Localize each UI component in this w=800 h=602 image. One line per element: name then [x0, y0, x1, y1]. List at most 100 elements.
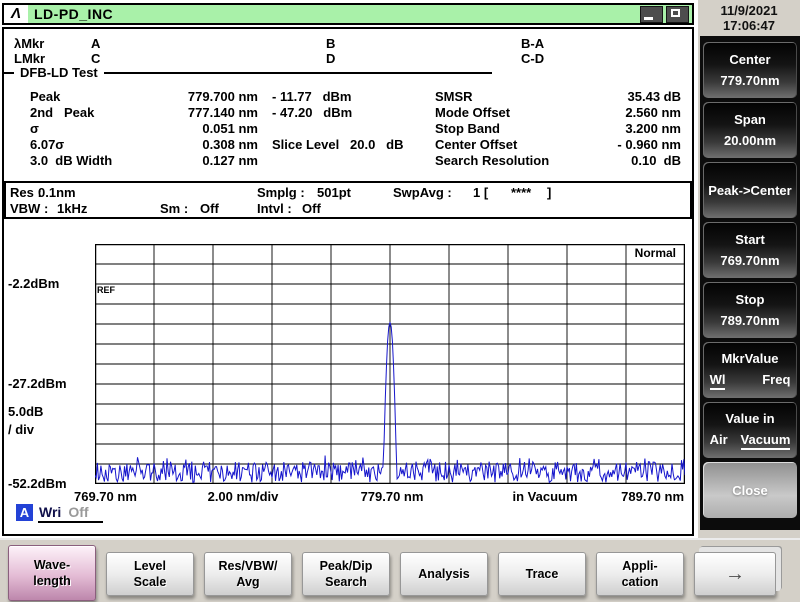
- result-name: Search Resolution: [435, 153, 585, 169]
- spectrum-plot: Normal REF: [95, 244, 685, 484]
- result-level: [258, 153, 432, 169]
- swpavg-label: SwpAvg :: [393, 185, 452, 200]
- result-row-6sigma: 6.07σ 0.308 nm Slice Level 20.0 dB: [30, 137, 432, 153]
- fkey-line1: Wave-: [34, 557, 70, 573]
- x-axis-center: 779.70 nm: [336, 489, 448, 504]
- fkey-wavelength[interactable]: Wave- length: [8, 545, 96, 601]
- swpavg-stars: ****: [511, 185, 531, 200]
- result-row-sigma: σ 0.051 nm: [30, 121, 432, 137]
- function-key-bar: Wave- length Level Scale Res/VBW/ Avg Pe…: [0, 538, 800, 602]
- fkey-line2: Scale: [134, 574, 167, 590]
- wavelength-marker-label: λMkr: [14, 36, 44, 51]
- fkey-line2: length: [33, 573, 71, 589]
- legend-rule-right: [104, 72, 492, 74]
- x-axis-scale: 2.00 nm/div: [184, 489, 302, 504]
- fkey-line1: Appli-: [622, 558, 657, 574]
- result-name: Stop Band: [435, 121, 585, 137]
- sweep-settings-panel: Res : 0.1nm Smplg : 501pt SwpAvg : 1 [ *…: [4, 181, 692, 219]
- content-area: λMkr A B B-A LMkr C D C-D DFB-LD Test Pe…: [2, 27, 694, 536]
- fkey-more-arrow[interactable]: →: [694, 552, 776, 596]
- swpavg-bracket: ]: [547, 185, 551, 200]
- result-value: 35.43 dB: [585, 89, 681, 105]
- y-axis-scale-unit: / div: [8, 422, 34, 437]
- result-name: 6.07σ: [30, 137, 158, 153]
- y-axis-ref-level: -2.2dBm: [8, 276, 59, 291]
- softkey-value: 769.70nm: [720, 253, 779, 268]
- minimize-button[interactable]: [640, 6, 663, 23]
- result-value: 2.560 nm: [585, 105, 681, 121]
- x-axis-medium-note: in Vacuum: [491, 489, 599, 504]
- function-keys: Wave- length Level Scale Res/VBW/ Avg Pe…: [8, 540, 776, 601]
- result-row-mode-offset: Mode Offset 2.560 nm: [435, 105, 681, 121]
- option-air[interactable]: Air: [710, 432, 728, 450]
- fkey-line1: Res/VBW/: [218, 558, 277, 574]
- softkey-label: Close: [732, 483, 767, 498]
- softkey-span[interactable]: Span 20.00nm: [703, 102, 797, 158]
- result-wavelength: 0.127 nm: [158, 153, 258, 169]
- softkey-label: MkrValue: [721, 351, 778, 366]
- sm-value: Off: [200, 201, 219, 216]
- softkey-label: Start: [735, 232, 765, 247]
- slice-level: Slice Level 20.0 dB: [258, 137, 432, 153]
- vbw-value: 1kHz: [57, 201, 87, 216]
- result-row-3db-width: 3.0 dB Width 0.127 nm: [30, 153, 432, 169]
- y-axis-bottom-level: -52.2dBm: [8, 476, 67, 491]
- vbw-label: VBW :: [10, 201, 48, 216]
- softkey-label: Span: [734, 112, 766, 127]
- option-wavelength[interactable]: Wl: [710, 372, 726, 390]
- result-level: - 47.20 dBm: [258, 105, 432, 121]
- analysis-results-right: SMSR 35.43 dB Mode Offset 2.560 nm Stop …: [435, 89, 681, 169]
- marker-c: C: [91, 51, 100, 66]
- fkey-peak-dip-search[interactable]: Peak/Dip Search: [302, 552, 390, 596]
- softkey-label: Value in: [725, 411, 774, 426]
- result-wavelength: 0.051 nm: [158, 121, 258, 137]
- softkey-close[interactable]: Close: [703, 462, 797, 518]
- result-name: Mode Offset: [435, 105, 585, 121]
- fkey-res-vbw-avg[interactable]: Res/VBW/ Avg: [204, 552, 292, 596]
- result-name: σ: [30, 121, 158, 137]
- x-axis-start: 769.70 nm: [74, 489, 137, 504]
- fkey-line2: Search: [325, 574, 367, 590]
- option-frequency[interactable]: Freq: [762, 372, 790, 390]
- result-row-peak: Peak 779.700 nm - 11.77 dBm: [30, 89, 432, 105]
- result-row-search-resolution: Search Resolution 0.10 dB: [435, 153, 681, 169]
- fkey-line1: Level: [134, 558, 166, 574]
- sweep-mode-label: Normal: [632, 246, 679, 260]
- smplg-label: Smplg :: [257, 185, 305, 200]
- app-logo-icon: Λ: [4, 5, 28, 23]
- analysis-section-legend: DFB-LD Test: [4, 65, 492, 80]
- softkey-label: Stop: [736, 292, 765, 307]
- softkey-value: 789.70nm: [720, 313, 779, 328]
- maximize-button[interactable]: [666, 6, 689, 23]
- intvl-value: Off: [302, 201, 321, 216]
- softkey-start[interactable]: Start 769.70nm: [703, 222, 797, 278]
- fkey-analysis[interactable]: Analysis: [400, 552, 488, 596]
- softkey-mkr-value[interactable]: MkrValue Wl Freq: [703, 342, 797, 398]
- maximize-icon: [671, 9, 680, 17]
- softkey-value-in[interactable]: Value in Air Vacuum: [703, 402, 797, 458]
- softkey-panel: Center 779.70nm Span 20.00nm Peak->Cente…: [700, 36, 800, 530]
- legend-rule-left: [4, 72, 14, 74]
- trace-slot-badge: A: [16, 504, 33, 521]
- result-row-smsr: SMSR 35.43 dB: [435, 89, 681, 105]
- softkey-center[interactable]: Center 779.70nm: [703, 42, 797, 98]
- option-vacuum[interactable]: Vacuum: [741, 432, 791, 450]
- intvl-label: Intvl :: [257, 201, 292, 216]
- ref-level-marker: REF: [97, 285, 115, 295]
- analysis-section-title: DFB-LD Test: [14, 65, 104, 80]
- result-wavelength: 779.700 nm: [158, 89, 258, 105]
- result-value: - 0.960 nm: [585, 137, 681, 153]
- minimize-icon: [644, 17, 653, 20]
- result-name: Center Offset: [435, 137, 585, 153]
- time-text: 17:06:47: [698, 18, 800, 33]
- result-value: 0.10 dB: [585, 153, 681, 169]
- fkey-trace[interactable]: Trace: [498, 552, 586, 596]
- softkey-options: Wl Freq: [710, 372, 791, 390]
- fkey-level-scale[interactable]: Level Scale: [106, 552, 194, 596]
- sm-label: Sm :: [160, 201, 188, 216]
- trace-mode-write: Wri: [39, 504, 61, 520]
- softkey-peak-to-center[interactable]: Peak->Center: [703, 162, 797, 218]
- result-wavelength: 0.308 nm: [158, 137, 258, 153]
- fkey-application[interactable]: Appli- cation: [596, 552, 684, 596]
- softkey-stop[interactable]: Stop 789.70nm: [703, 282, 797, 338]
